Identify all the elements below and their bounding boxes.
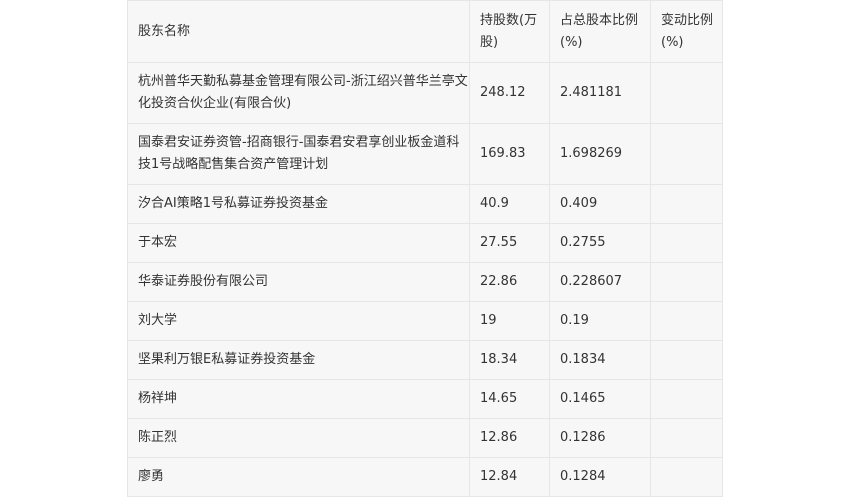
cell-shareholder-name: 汐合AI策略1号私募证券投资基金 [127, 184, 470, 224]
cell-shares: 14.65 [469, 379, 550, 419]
cell-change-ratio [650, 379, 723, 419]
cell-change-ratio [650, 262, 723, 302]
table-row: 华泰证券股份有限公司 22.86 0.228607 [127, 262, 723, 302]
table-row: 杨祥坤 14.65 0.1465 [127, 379, 723, 419]
cell-share-ratio: 0.1284 [549, 457, 651, 497]
cell-shareholder-name: 华泰证券股份有限公司 [127, 262, 470, 302]
table-header-row: 股东名称 持股数(万股) 占总股本比例(%) 变动比例(%) [127, 0, 723, 63]
cell-shareholder-name: 坚果利万银E私募证券投资基金 [127, 340, 470, 380]
cell-share-ratio: 0.19 [549, 301, 651, 341]
cell-change-ratio [650, 301, 723, 341]
table-row: 刘大学 19 0.19 [127, 301, 723, 341]
cell-share-ratio: 1.698269 [549, 123, 651, 185]
cell-share-ratio: 0.1286 [549, 418, 651, 458]
cell-shares: 12.84 [469, 457, 550, 497]
cell-shares: 12.86 [469, 418, 550, 458]
header-shareholder-name: 股东名称 [127, 0, 470, 63]
cell-share-ratio: 0.409 [549, 184, 651, 224]
header-share-ratio: 占总股本比例(%) [549, 0, 651, 63]
table-row: 国泰君安证券资管-招商银行-国泰君安君享创业板金道科技1号战略配售集合资产管理计… [127, 123, 723, 185]
cell-share-ratio: 0.1834 [549, 340, 651, 380]
cell-shareholder-name: 国泰君安证券资管-招商银行-国泰君安君享创业板金道科技1号战略配售集合资产管理计… [127, 123, 470, 185]
table-row: 坚果利万银E私募证券投资基金 18.34 0.1834 [127, 340, 723, 380]
cell-shareholder-name: 刘大学 [127, 301, 470, 341]
cell-change-ratio [650, 418, 723, 458]
cell-change-ratio [650, 340, 723, 380]
cell-shares: 22.86 [469, 262, 550, 302]
cell-shares: 248.12 [469, 62, 550, 124]
cell-share-ratio: 0.1465 [549, 379, 651, 419]
cell-change-ratio [650, 223, 723, 263]
cell-shareholder-name: 廖勇 [127, 457, 470, 497]
table-row: 汐合AI策略1号私募证券投资基金 40.9 0.409 [127, 184, 723, 224]
cell-shareholder-name: 于本宏 [127, 223, 470, 263]
cell-shares: 27.55 [469, 223, 550, 263]
cell-change-ratio [650, 184, 723, 224]
table-row: 廖勇 12.84 0.1284 [127, 457, 723, 497]
cell-share-ratio: 0.228607 [549, 262, 651, 302]
cell-change-ratio [650, 457, 723, 497]
header-change-ratio: 变动比例(%) [650, 0, 723, 63]
table-row: 杭州普华天勤私募基金管理有限公司-浙江绍兴普华兰亭文化投资合伙企业(有限合伙) … [127, 62, 723, 124]
cell-change-ratio [650, 62, 723, 124]
cell-share-ratio: 2.481181 [549, 62, 651, 124]
header-shares: 持股数(万股) [469, 0, 550, 63]
cell-shareholder-name: 杭州普华天勤私募基金管理有限公司-浙江绍兴普华兰亭文化投资合伙企业(有限合伙) [127, 62, 470, 124]
shareholder-table-container: 股东名称 持股数(万股) 占总股本比例(%) 变动比例(%) 杭州普华天勤私募基… [127, 0, 723, 497]
cell-shares: 19 [469, 301, 550, 341]
cell-shares: 40.9 [469, 184, 550, 224]
cell-shares: 169.83 [469, 123, 550, 185]
table-row: 于本宏 27.55 0.2755 [127, 223, 723, 263]
cell-change-ratio [650, 123, 723, 185]
cell-share-ratio: 0.2755 [549, 223, 651, 263]
cell-shares: 18.34 [469, 340, 550, 380]
cell-shareholder-name: 陈正烈 [127, 418, 470, 458]
shareholder-table: 股东名称 持股数(万股) 占总股本比例(%) 变动比例(%) 杭州普华天勤私募基… [127, 0, 723, 497]
table-row: 陈正烈 12.86 0.1286 [127, 418, 723, 458]
cell-shareholder-name: 杨祥坤 [127, 379, 470, 419]
